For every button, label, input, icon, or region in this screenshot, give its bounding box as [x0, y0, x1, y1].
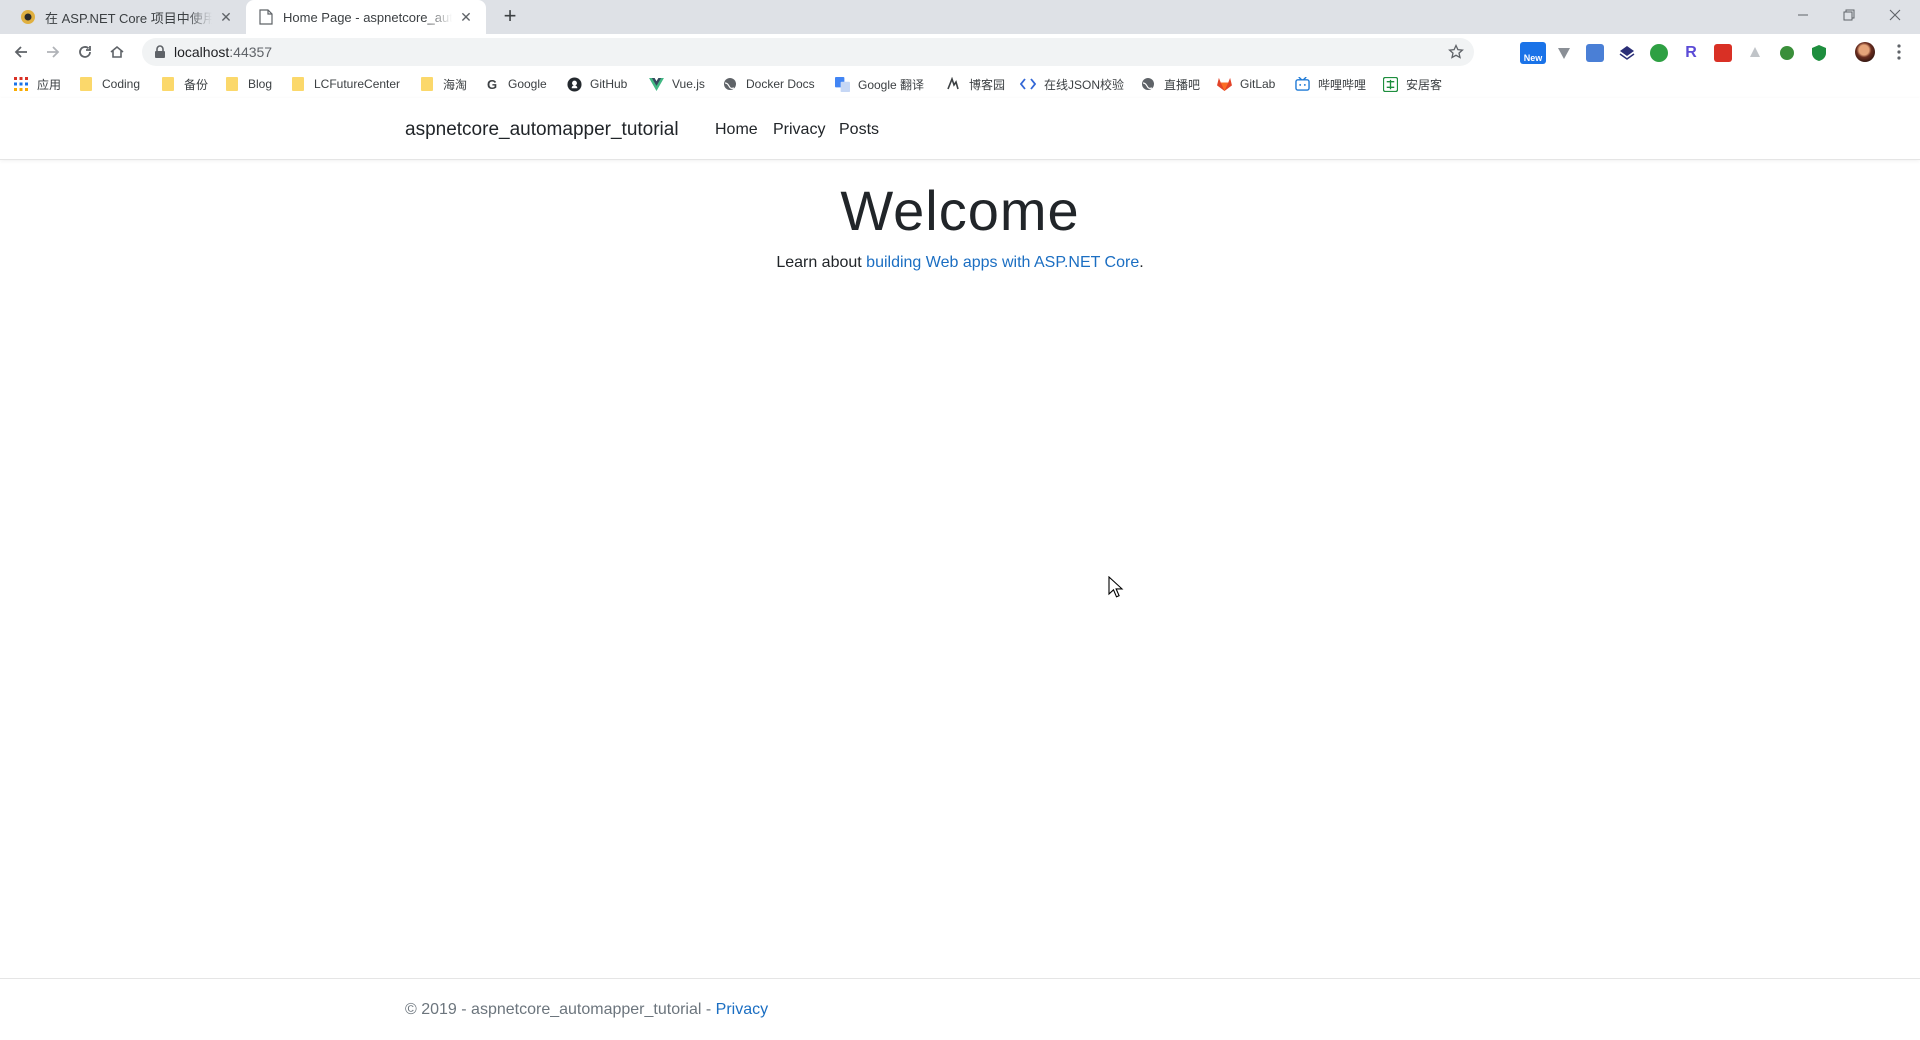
site-navbar: aspnetcore_automapper_tutorial Home Priv…: [0, 98, 1920, 160]
red-extension-icon[interactable]: [1714, 44, 1732, 62]
footer-privacy-link[interactable]: Privacy: [716, 1001, 768, 1018]
folder-icon: [419, 76, 435, 92]
url-text[interactable]: localhost:44357: [174, 44, 272, 60]
lead-paragraph: Learn about building Web apps with ASP.N…: [776, 254, 1144, 271]
browser-toolbar: localhost:44357 New R: [0, 34, 1920, 70]
restore-icon[interactable]: [1826, 0, 1872, 30]
bookmark-google-translate[interactable]: Google 翻译: [834, 70, 924, 98]
anjuke-icon: [1382, 76, 1398, 92]
profile-avatar[interactable]: [1855, 42, 1875, 62]
bookmark-zhibo8[interactable]: 直播吧: [1140, 70, 1200, 98]
browser-tab-blog[interactable]: 在 ASP.NET Core 项目中使用 AutoMapper ✕: [8, 0, 246, 34]
bookmark-github[interactable]: GitHub: [566, 70, 627, 98]
vue-icon: [648, 76, 664, 92]
address-bar[interactable]: localhost:44357: [142, 38, 1474, 66]
browser-tab-home[interactable]: Home Page - aspnetcore_automapper_tutori…: [246, 0, 486, 34]
green-extension-icon[interactable]: [1650, 44, 1668, 62]
page-favicon-icon: [258, 9, 274, 25]
code-icon: [1020, 76, 1036, 92]
tab-strip: 在 ASP.NET Core 项目中使用 AutoMapper ✕ Home P…: [0, 0, 1920, 34]
forward-arrow-icon[interactable]: [40, 39, 66, 65]
tab-title: 在 ASP.NET Core 项目中使用 AutoMapper: [45, 10, 212, 26]
new-tab-button[interactable]: +: [498, 5, 522, 29]
bookmark-gitlab[interactable]: GitLab: [1216, 70, 1275, 98]
nav-link-privacy[interactable]: Privacy: [773, 121, 825, 139]
home-icon[interactable]: [104, 39, 130, 65]
folder-icon: [290, 76, 306, 92]
nav-link-home[interactable]: Home: [715, 121, 758, 139]
folder-icon: [224, 76, 240, 92]
gitlab-icon: [1216, 76, 1232, 92]
bilibili-icon: [1294, 76, 1310, 92]
globe-icon: [1140, 76, 1156, 92]
navbar-brand[interactable]: aspnetcore_automapper_tutorial: [405, 119, 679, 141]
bookmark-folder-backup[interactable]: 备份: [160, 70, 208, 98]
close-window-icon[interactable]: [1872, 0, 1918, 30]
bookmark-cnblogs[interactable]: 博客园: [945, 70, 1005, 98]
back-arrow-icon[interactable]: [8, 39, 34, 65]
gray-extension-icon[interactable]: [1746, 44, 1764, 62]
bookmark-folder-lcfuturecenter[interactable]: LCFutureCenter: [290, 70, 400, 98]
page-title: Welcome: [840, 179, 1080, 242]
aspnet-docs-link[interactable]: building Web apps with ASP.NET Core: [866, 254, 1139, 271]
translate-extension-icon[interactable]: [1586, 44, 1604, 62]
r-extension-icon[interactable]: R: [1682, 44, 1700, 62]
bookmark-json-validator[interactable]: 在线JSON校验: [1020, 70, 1124, 98]
reload-icon[interactable]: [72, 39, 98, 65]
bookmark-vuejs[interactable]: Vue.js: [648, 70, 705, 98]
mouse-cursor-icon: [1108, 575, 1124, 598]
folder-icon: [160, 76, 176, 92]
cnblogs-icon: [945, 76, 961, 92]
bookmark-apps[interactable]: 应用: [13, 70, 61, 98]
bookmark-star-icon[interactable]: [1448, 43, 1464, 60]
bookmark-docker-docs[interactable]: Docker Docs: [722, 70, 815, 98]
bookmark-folder-coding[interactable]: Coding: [78, 70, 140, 98]
bookmark-folder-blog[interactable]: Blog: [224, 70, 272, 98]
bookmark-bilibili[interactable]: 哔哩哔哩: [1294, 70, 1366, 98]
vuetify-extension-icon[interactable]: [1555, 44, 1573, 62]
menu-kebab-icon[interactable]: [1893, 42, 1905, 62]
layers-extension-icon[interactable]: [1618, 44, 1636, 62]
tab-title: Home Page - aspnetcore_automapper_tutori…: [283, 9, 452, 25]
bookmark-anjuke[interactable]: 安居客: [1382, 70, 1442, 98]
nav-link-posts[interactable]: Posts: [839, 121, 879, 139]
close-tab-icon[interactable]: ✕: [218, 9, 234, 25]
bookmark-folder-haitao[interactable]: 海淘: [419, 70, 467, 98]
apps-grid-icon: [13, 76, 29, 92]
site-footer: © 2019 - aspnetcore_automapper_tutorial …: [0, 978, 1920, 1040]
globe-icon: [722, 76, 738, 92]
google-icon: G: [486, 76, 498, 92]
blog-favicon-icon: [20, 9, 36, 25]
minimize-icon[interactable]: [1780, 0, 1826, 30]
footer-copyright: © 2019 - aspnetcore_automapper_tutorial …: [405, 1001, 769, 1018]
plant-extension-icon[interactable]: [1778, 44, 1796, 62]
close-tab-icon[interactable]: ✕: [458, 9, 474, 25]
folder-icon: [78, 76, 94, 92]
new-extension-icon[interactable]: New: [1520, 42, 1546, 64]
github-icon: [566, 76, 582, 92]
lock-icon[interactable]: [154, 45, 168, 59]
bookmarks-bar: 应用 Coding 备份 Blog LCFutureCenter 海淘 G Go…: [0, 70, 1920, 98]
bookmark-google[interactable]: G Google: [484, 70, 547, 98]
shield-extension-icon[interactable]: [1810, 44, 1828, 62]
translate-icon: [834, 76, 850, 92]
